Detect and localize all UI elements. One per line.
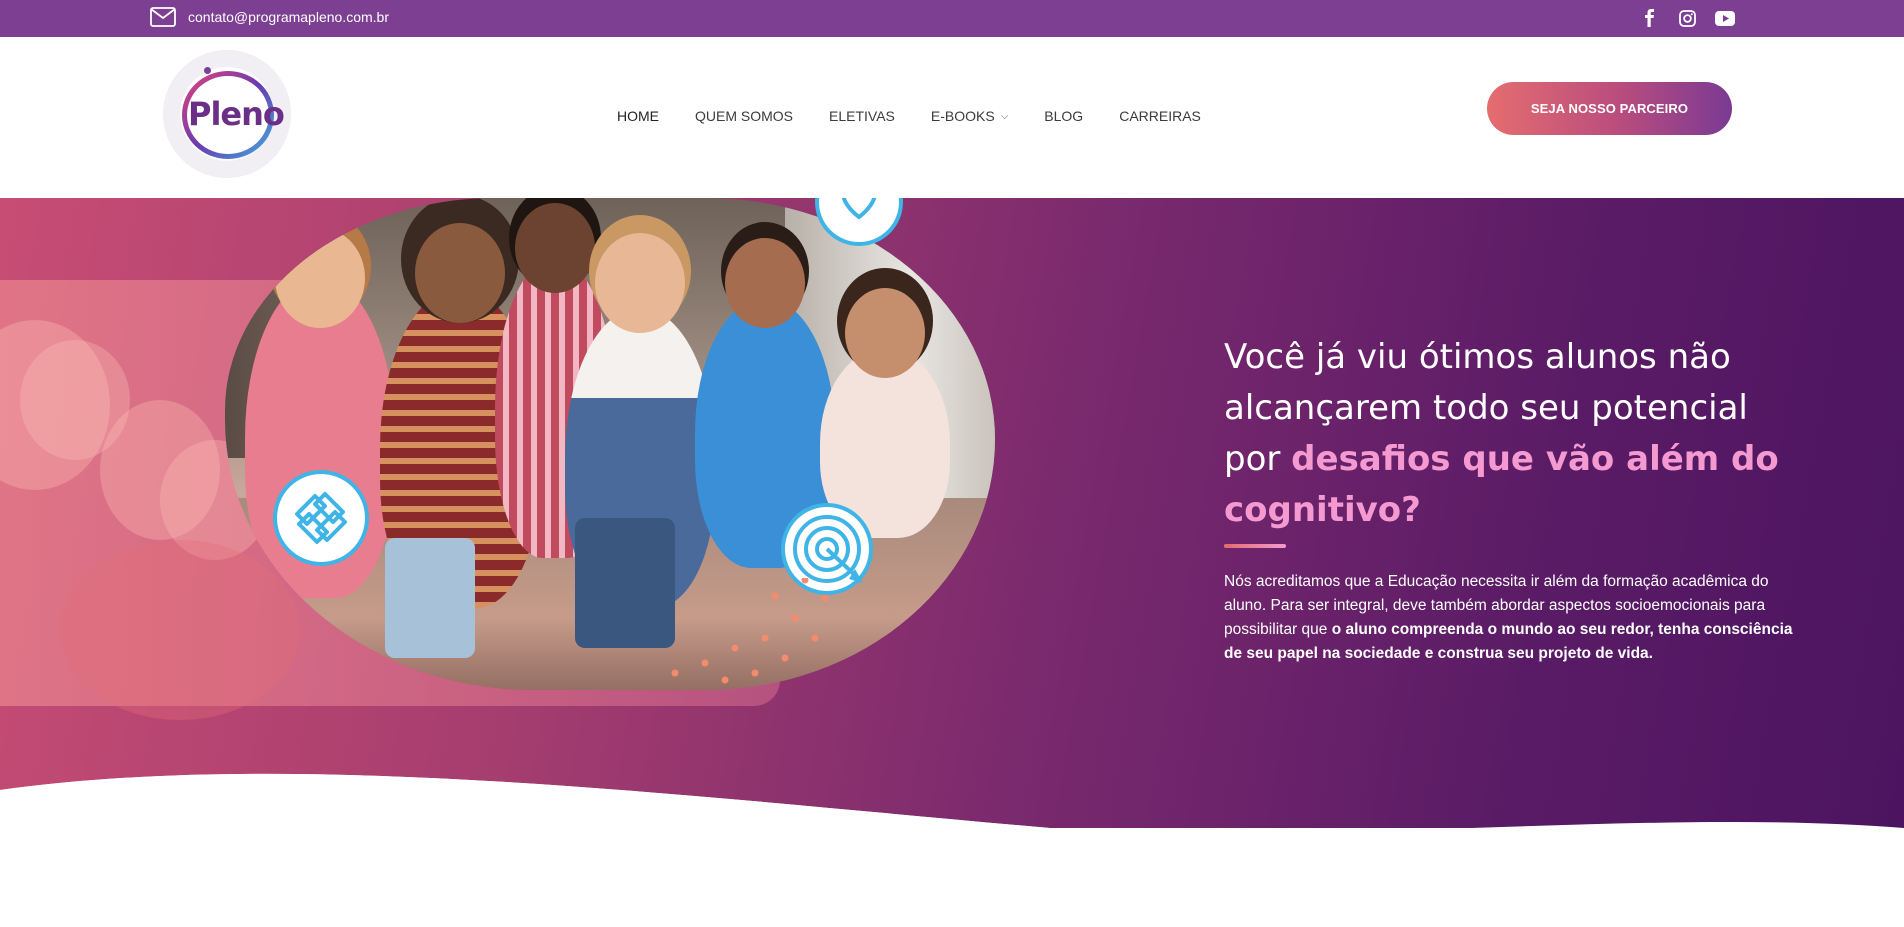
- teamwork-hands-icon: [273, 470, 369, 566]
- chevron-down-icon: ⌵: [1000, 110, 1009, 122]
- social-links: [1638, 7, 1736, 29]
- hero-paragraph: Nós acreditamos que a Educação necessita…: [1224, 570, 1794, 666]
- nav-ebooks[interactable]: E-BOOKS ⌵: [931, 108, 1008, 124]
- site-header: Pleno HOME QUEM SOMOS ELETIVAS E-BOOKS ⌵ …: [0, 37, 1904, 198]
- main-nav: HOME QUEM SOMOS ELETIVAS E-BOOKS ⌵ BLOG C…: [617, 108, 1237, 124]
- youtube-icon[interactable]: [1714, 7, 1736, 29]
- instagram-icon[interactable]: [1676, 7, 1698, 29]
- nav-eletivas[interactable]: ELETIVAS: [829, 108, 895, 124]
- nav-ebooks-label: E-BOOKS: [930, 108, 995, 124]
- headline-divider: [1224, 544, 1286, 548]
- nav-blog-label: BLOG: [1044, 108, 1084, 124]
- partner-cta-button[interactable]: SEJA NOSSO PARCEIRO: [1487, 82, 1732, 135]
- top-bar: contato@programapleno.com.br: [0, 0, 1904, 37]
- nav-quem-somos[interactable]: QUEM SOMOS: [695, 108, 793, 124]
- nav-home-label: HOME: [617, 108, 659, 124]
- hero-headline: Você já viu ótimos alunos não alcançarem…: [1224, 332, 1804, 536]
- nav-carreiras-label: CARREIRAS: [1119, 108, 1201, 124]
- students-running-photo: [225, 198, 995, 690]
- hero-headline-highlight: desafios que vão além do cognitivo?: [1224, 439, 1779, 530]
- hero-bottom-wave: [0, 773, 1904, 828]
- logo-wordmark: Pleno: [188, 95, 285, 133]
- dots-decoration: [671, 578, 829, 684]
- contact-email[interactable]: contato@programapleno.com.br: [150, 7, 389, 27]
- contact-email-text[interactable]: contato@programapleno.com.br: [188, 9, 389, 25]
- facebook-icon[interactable]: [1638, 7, 1660, 29]
- mail-icon: [150, 7, 176, 27]
- logo-dot: [204, 67, 211, 74]
- nav-quem-somos-label: QUEM SOMOS: [695, 108, 794, 124]
- nav-carreiras[interactable]: CARREIRAS: [1119, 108, 1201, 124]
- students-photo-frame: [225, 198, 995, 690]
- heart-hand-icon: [815, 198, 903, 246]
- nav-eletivas-label: ELETIVAS: [829, 108, 895, 124]
- nav-home[interactable]: HOME: [617, 108, 659, 124]
- nav-blog[interactable]: BLOG: [1044, 108, 1083, 124]
- pleno-logo[interactable]: Pleno: [164, 51, 290, 177]
